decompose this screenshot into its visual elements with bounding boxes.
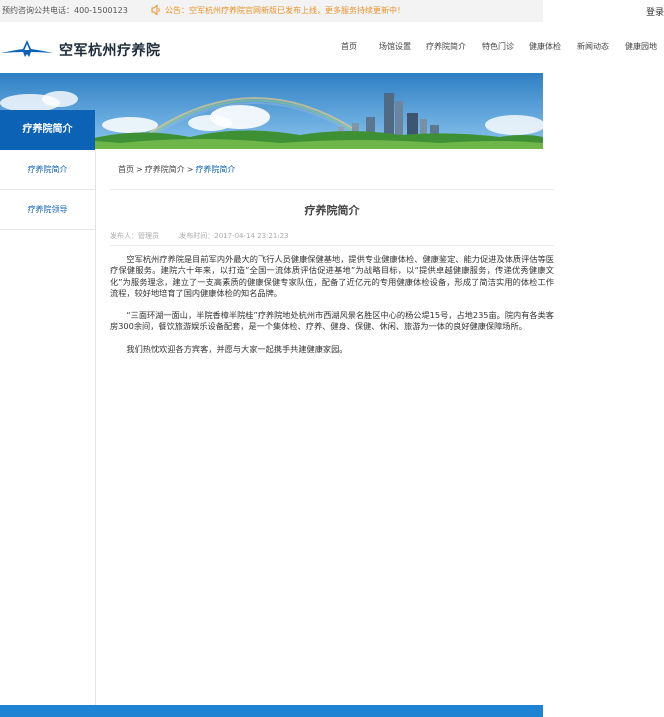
- nav-news[interactable]: 新闻动态: [577, 41, 609, 52]
- sidebar: 疗养院简介 疗养院领导: [0, 150, 96, 705]
- sidebar-title: 疗养院简介: [0, 110, 95, 150]
- notice-text[interactable]: 公告：空军杭州疗养院官网新版已发布上线，更多服务持续更新中！: [165, 5, 405, 16]
- article-paragraph: “三面环湖一面山，半院香樟半院桂”疗养院地处杭州市西湖风景名胜区中心的杨公堤15…: [110, 310, 554, 332]
- login-link[interactable]: 登录: [646, 5, 664, 18]
- nav-checkup[interactable]: 健康体检: [529, 41, 561, 52]
- nav-about[interactable]: 疗养院简介: [426, 41, 466, 52]
- top-bar: 预约咨询公共电话：400-1500123 公告：空军杭州疗养院官网新版已发布上线…: [0, 0, 543, 22]
- sidebar-item-intro[interactable]: 疗养院简介: [0, 150, 95, 190]
- breadcrumb: 首页 > 疗养院简介 > 疗养院简介: [118, 164, 235, 175]
- nav-health-garden[interactable]: 健康园地: [625, 41, 657, 52]
- divider: [110, 189, 554, 190]
- article-meta: 发布人：管理员 发布时间：2017-04-14 23:21:23: [110, 231, 307, 241]
- breadcrumb-current[interactable]: 疗养院简介: [195, 165, 235, 174]
- sidebar-item-leadership[interactable]: 疗养院领导: [0, 190, 95, 230]
- nav-home[interactable]: 首页: [341, 41, 357, 52]
- nav-clinics[interactable]: 特色门诊: [482, 41, 514, 52]
- hotline-text: 预约咨询公共电话：400-1500123: [2, 6, 128, 15]
- article-title: 疗养院简介: [304, 204, 360, 217]
- breadcrumb-parent[interactable]: 疗养院简介: [145, 165, 185, 174]
- article-paragraph: 空军杭州疗养院是目前军内外最大的飞行人员健康保健基地，提供专业健康体检、健康鉴定…: [110, 254, 554, 298]
- article-paragraph: 我们热忱欢迎各方宾客，并愿与大家一起携手共建健康家园。: [126, 343, 348, 354]
- footer-bar: [0, 705, 543, 717]
- article-date: 发布时间：2017-04-14 23:21:23: [179, 232, 289, 240]
- breadcrumb-home[interactable]: 首页: [118, 165, 134, 174]
- article-author: 发布人：管理员: [110, 232, 159, 240]
- breadcrumb-separator: >: [136, 165, 143, 174]
- nav-venues[interactable]: 场馆设置: [379, 41, 411, 52]
- article-body: 空军杭州疗养院是目前军内外最大的飞行人员健康保健基地，提供专业健康体检、健康鉴定…: [110, 254, 554, 366]
- speaker-icon: [151, 4, 160, 16]
- main-nav: 首页 场馆设置 疗养院简介 特色门诊 健康体检 新闻动态 健康园地: [0, 41, 664, 55]
- divider: [110, 245, 554, 246]
- breadcrumb-separator: >: [186, 165, 194, 174]
